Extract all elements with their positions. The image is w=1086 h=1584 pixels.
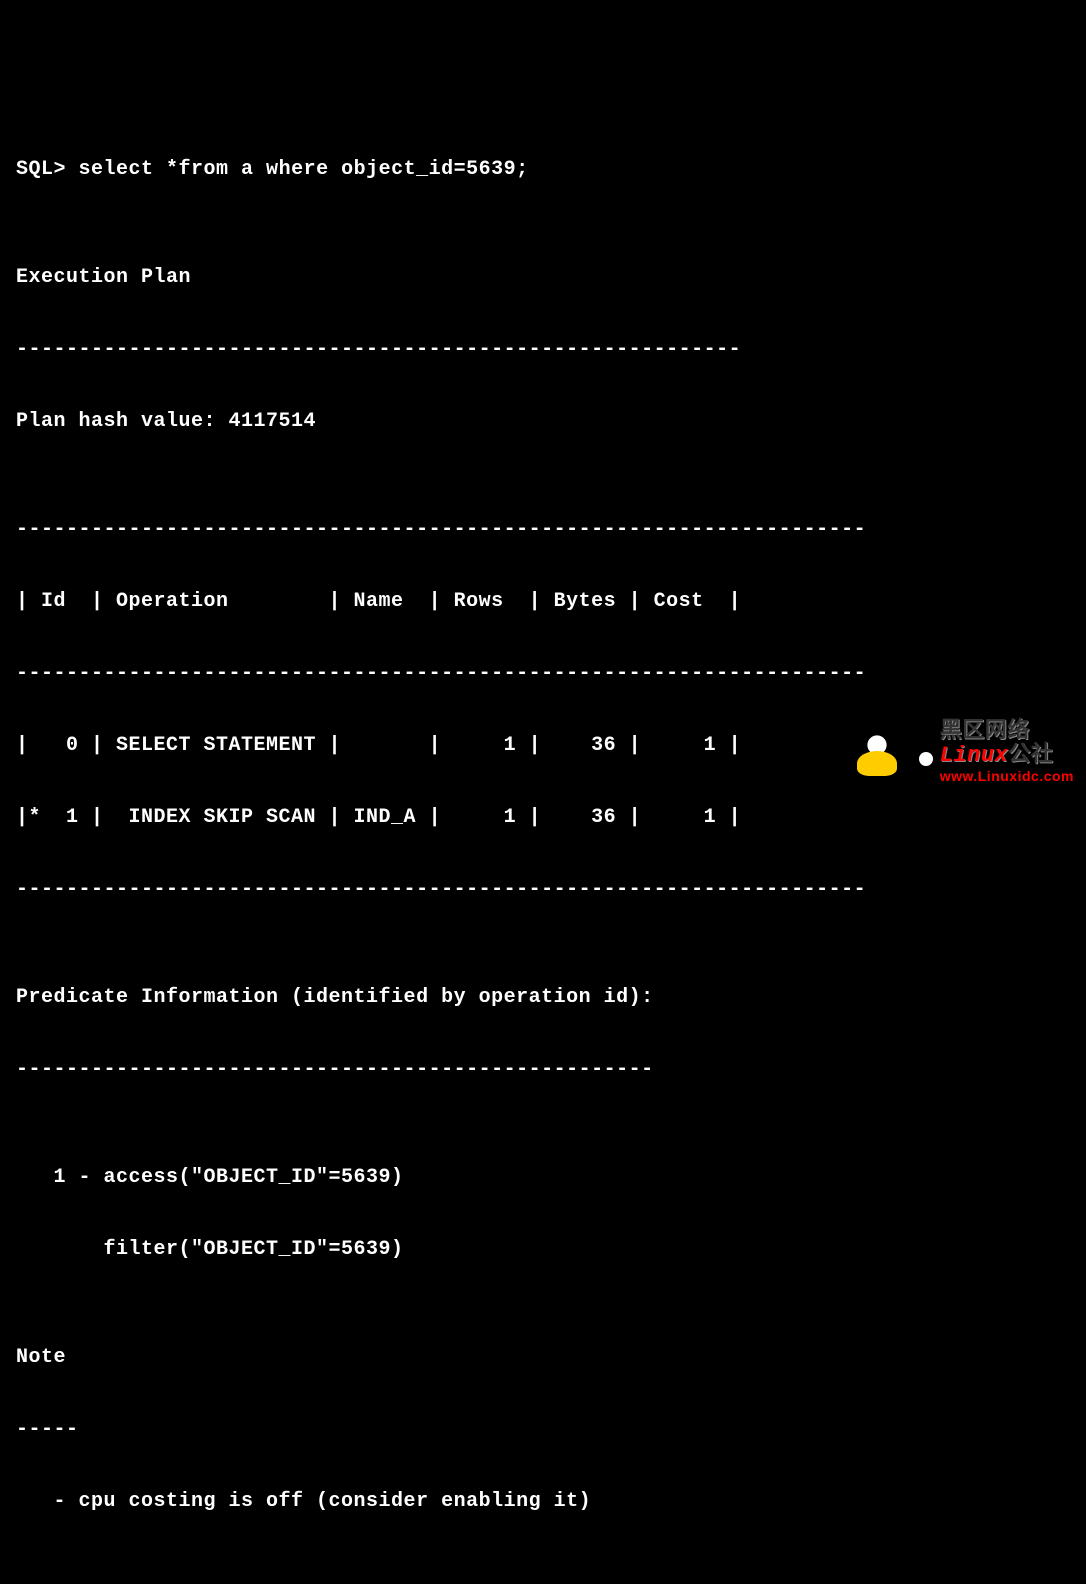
note-title: Note xyxy=(16,1340,1070,1376)
watermark-prefix: 黑区网络 xyxy=(940,717,1030,742)
predicate-filter-line: filter("OBJECT_ID"=5639) xyxy=(16,1232,1070,1268)
watermark-cn-text: 公社 xyxy=(1008,741,1053,766)
predicate-info-title: Predicate Information (identified by ope… xyxy=(16,980,1070,1016)
plan-hash-value: Plan hash value: 4117514 xyxy=(16,404,1070,440)
separator-line: ----------------------------------------… xyxy=(16,1052,1070,1088)
table-border-top: ----------------------------------------… xyxy=(16,512,1070,548)
sql-command-text: select *from a where object_id=5639; xyxy=(79,158,529,181)
note-separator: ----- xyxy=(16,1412,1070,1448)
sql-prompt: SQL> xyxy=(16,158,66,181)
watermark-title: 黑区网络 xyxy=(940,718,1074,742)
table-border-mid: ----------------------------------------… xyxy=(16,656,1070,692)
watermark-text-block: 黑区网络 Linux公社 www.Linuxidc.com xyxy=(940,718,1074,784)
execution-plan-title: Execution Plan xyxy=(16,260,1070,296)
small-penguin-icon xyxy=(911,746,941,776)
tux-penguin-icon xyxy=(847,721,907,781)
note-content: - cpu costing is off (consider enabling … xyxy=(16,1484,1070,1520)
predicate-access-line: 1 - access("OBJECT_ID"=5639) xyxy=(16,1160,1070,1196)
table-row: |* 1 | INDEX SKIP SCAN | IND_A | 1 | 36 … xyxy=(16,800,1070,836)
watermark-subtitle: Linux公社 xyxy=(940,742,1074,768)
table-border-bottom: ----------------------------------------… xyxy=(16,872,1070,908)
table-header-row: | Id | Operation | Name | Rows | Bytes |… xyxy=(16,584,1070,620)
separator-line: ----------------------------------------… xyxy=(16,332,1070,368)
sql-command-line[interactable]: SQL> select *from a where object_id=5639… xyxy=(16,152,1070,188)
watermark-logo: 黑区网络 Linux公社 www.Linuxidc.com xyxy=(847,718,1074,784)
watermark-linux-text: Linux xyxy=(940,743,1009,768)
watermark-url: www.Linuxidc.com xyxy=(940,769,1074,784)
